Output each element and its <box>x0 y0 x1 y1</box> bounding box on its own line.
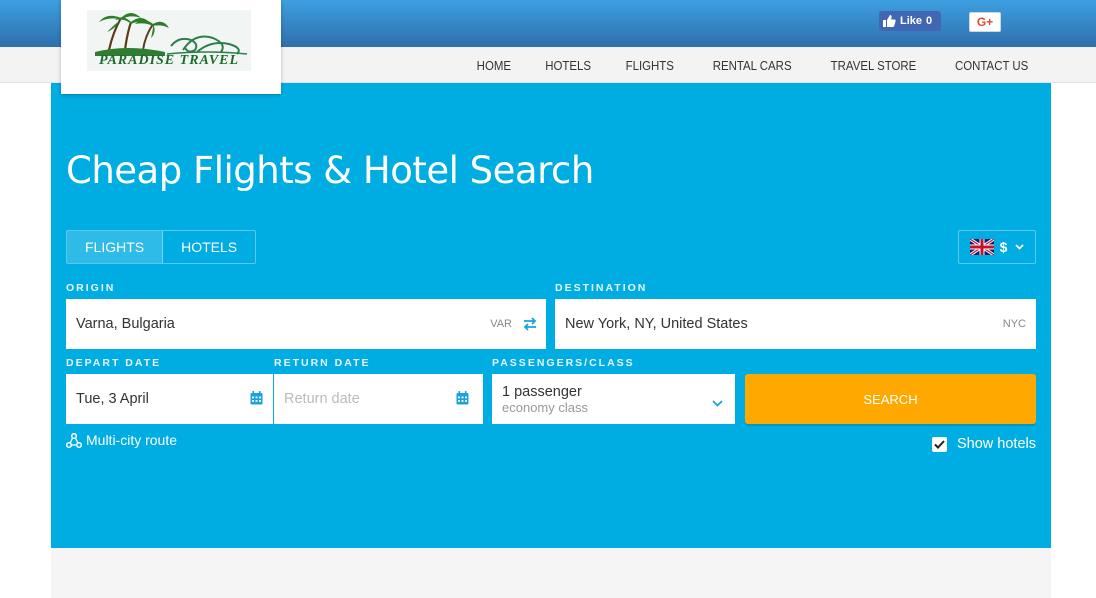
show-hotels-label: Show hotels <box>957 436 1036 452</box>
destination-field[interactable]: New York, NY, United States NYC <box>555 299 1036 349</box>
origin-label: ORIGIN <box>66 282 116 294</box>
origin-code: VAR <box>490 318 512 330</box>
passengers-class-dropdown[interactable]: 1 passenger economy class <box>492 374 735 424</box>
facebook-like-button[interactable]: Like 0 <box>879 11 941 31</box>
currency-symbol: $ <box>999 239 1008 255</box>
destination-label: DESTINATION <box>555 282 648 294</box>
nav-item-rental-cars[interactable]: RENTAL CARS <box>713 58 792 73</box>
chevron-down-icon <box>712 394 723 412</box>
swap-icon[interactable] <box>522 316 538 337</box>
destination-value: New York, NY, United States <box>565 316 748 332</box>
calendar-icon <box>456 391 469 410</box>
check-icon <box>934 439 945 449</box>
currency-selector[interactable]: $ <box>958 230 1036 264</box>
origin-field[interactable]: Varna, Bulgaria VAR <box>66 299 546 349</box>
chevron-down-icon <box>1015 244 1025 250</box>
search-tabs: FLIGHTS HOTELS <box>66 230 257 264</box>
main-nav: HOME HOTELS FLIGHTS RENTAL CARS TRAVEL S… <box>444 47 1028 83</box>
origin-value: Varna, Bulgaria <box>76 316 175 332</box>
destination-code: NYC <box>1002 318 1026 330</box>
multi-city-route-link[interactable]: Multi-city route <box>66 432 177 448</box>
logo-text: PARADISE TRAVEL <box>98 53 240 68</box>
tab-hotels[interactable]: HOTELS <box>163 231 255 263</box>
nav-item-flights[interactable]: FLIGHTS <box>625 58 673 73</box>
depart-date-value: Tue, 3 April <box>76 391 149 407</box>
passengers-class-label: PASSENGERS/CLASS <box>492 357 635 369</box>
logo[interactable]: PARADISE TRAVEL <box>61 0 281 94</box>
passenger-count: 1 passenger <box>502 383 582 400</box>
return-date-placeholder: Return date <box>284 391 360 407</box>
checkbox[interactable] <box>932 436 947 452</box>
nav-item-travel-store[interactable]: TRAVEL STORE <box>831 58 917 73</box>
calendar-icon <box>250 391 263 410</box>
tab-flights[interactable]: FLIGHTS <box>67 231 164 263</box>
uk-flag-icon <box>969 239 994 255</box>
content-area <box>51 548 1051 598</box>
facebook-like-label: Like <box>900 15 923 27</box>
logo-image: PARADISE TRAVEL <box>87 10 251 71</box>
google-plus-button[interactable]: G+ <box>969 12 1001 32</box>
facebook-like-count: 0 <box>926 15 933 27</box>
search-button[interactable]: SEARCH <box>745 374 1036 424</box>
return-date-field[interactable]: Return date <box>274 374 483 424</box>
return-date-label: RETURN DATE <box>274 357 371 369</box>
thumbs-up-icon <box>883 15 896 27</box>
nav-item-contact-us[interactable]: CONTACT US <box>955 58 1028 73</box>
depart-date-field[interactable]: Tue, 3 April <box>66 374 273 424</box>
nav-item-hotels[interactable]: HOTELS <box>545 58 591 73</box>
nav-item-home[interactable]: HOME <box>477 58 511 73</box>
cabin-class: economy class <box>502 399 588 415</box>
page-title: Cheap Flights & Hotel Search <box>66 149 594 192</box>
depart-date-label: DEPART DATE <box>66 357 162 369</box>
multi-city-icon <box>66 432 82 448</box>
multi-city-label: Multi-city route <box>86 432 178 448</box>
show-hotels-checkbox[interactable]: Show hotels <box>932 436 1036 452</box>
search-hero: Cheap Flights & Hotel Search FLIGHTS HOT… <box>51 83 1051 548</box>
